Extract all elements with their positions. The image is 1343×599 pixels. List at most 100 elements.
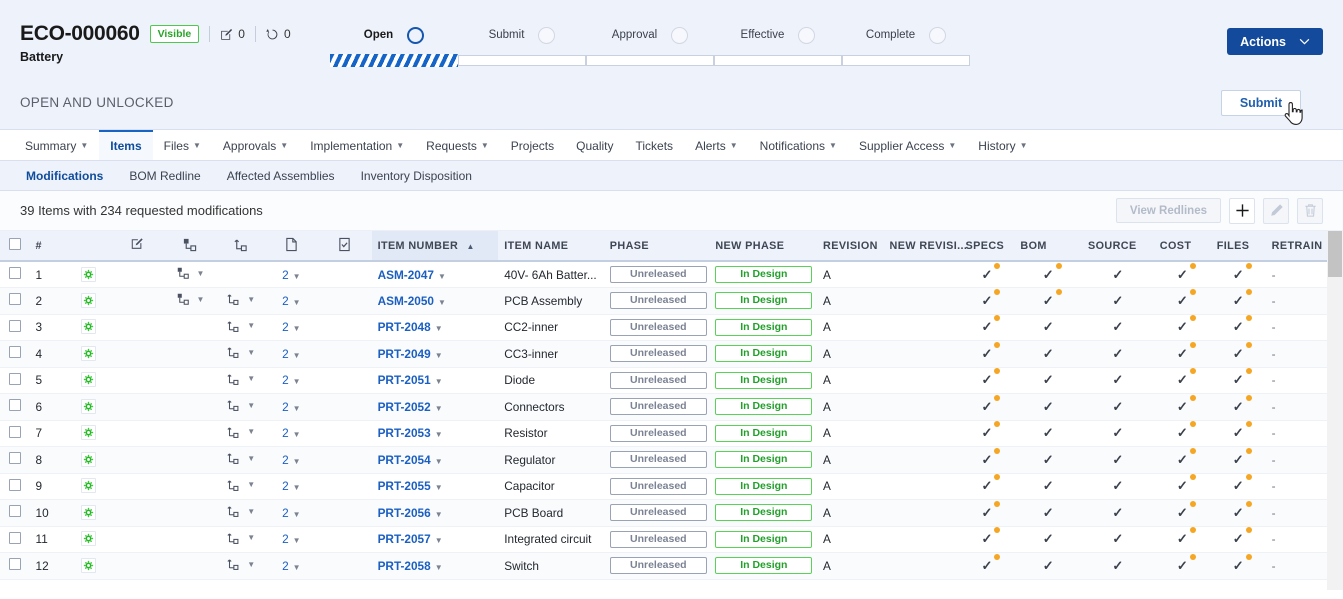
table-row[interactable]: 7 ▼ 2 ▼ PRT-2053 ▼ Resistor Unreleased In Design… — [0, 420, 1327, 447]
tab-implementation[interactable]: Implementation ▼ — [299, 129, 415, 160]
row-select-cell[interactable] — [0, 499, 30, 527]
row-new-phase-cell[interactable]: In Design — [709, 393, 818, 421]
source-check[interactable]: ✓ — [1112, 558, 1123, 574]
row-bom-cell[interactable]: ✓ — [1014, 420, 1082, 447]
row-source-cell[interactable]: ✓ — [1081, 393, 1154, 421]
table-row[interactable]: 6 ▼ 2 ▼ PRT-2052 ▼ Connectors Unreleased In Desi… — [0, 393, 1327, 421]
select-all-checkbox[interactable] — [8, 238, 21, 250]
item-number-link[interactable]: PRT-2057 — [378, 532, 431, 546]
parent-hierarchy-cell[interactable]: ▼ — [226, 372, 255, 386]
row-new-revision-cell[interactable] — [883, 340, 960, 368]
bom-check[interactable]: ✓ — [1043, 399, 1054, 415]
tab-tickets[interactable]: Tickets — [625, 129, 685, 160]
th-modify-icon[interactable] — [109, 231, 165, 262]
row-checkbox[interactable] — [8, 531, 21, 544]
row-new-phase-cell[interactable]: In Design — [709, 314, 818, 341]
add-item-button[interactable] — [1229, 197, 1255, 224]
row-files-cell[interactable]: ✓ — [1210, 446, 1266, 474]
row-checkbox[interactable] — [8, 267, 21, 279]
row-specs-cell[interactable]: ✓ — [959, 287, 1015, 315]
files-check[interactable]: ✓ — [1233, 288, 1252, 309]
bom-check[interactable]: ✓ — [1043, 346, 1054, 362]
row-new-revision-cell[interactable] — [883, 287, 960, 315]
row-files-cell[interactable]: ✓ — [1210, 367, 1266, 394]
row-source-cell[interactable]: ✓ — [1081, 314, 1154, 341]
row-source-cell[interactable]: ✓ — [1081, 473, 1154, 500]
row-checkbox[interactable] — [8, 558, 21, 571]
row-quantity-cell[interactable]: 2 ▼ — [266, 526, 317, 553]
row-bom-cell[interactable]: ✓ — [1014, 552, 1082, 580]
stepper-step-approval[interactable]: Approval — [586, 22, 714, 67]
tab-items[interactable]: Items — [99, 129, 153, 160]
specs-check[interactable]: ✓ — [982, 553, 1001, 574]
row-bom-cell[interactable]: ✓ — [1014, 287, 1082, 315]
th-child-hierarchy-icon[interactable] — [164, 231, 216, 262]
th-cost[interactable]: COST — [1153, 231, 1211, 262]
row-source-cell[interactable]: ✓ — [1081, 446, 1154, 474]
stepper-step-submit[interactable]: Submit — [458, 22, 586, 67]
row-new-revision-cell[interactable] — [883, 367, 960, 394]
view-redlines-button[interactable]: View Redlines — [1115, 198, 1221, 223]
row-quantity-cell[interactable]: 2 ▼ — [266, 552, 317, 580]
row-new-phase-cell[interactable]: In Design — [709, 526, 818, 553]
row-cost-cell[interactable]: ✓ — [1153, 473, 1211, 500]
row-select-cell[interactable] — [0, 367, 30, 394]
row-new-revision-cell[interactable] — [883, 552, 960, 580]
th-file-icon[interactable] — [266, 231, 317, 262]
subtab-modifications[interactable]: Modifications — [16, 169, 113, 183]
row-specs-cell[interactable]: ✓ — [959, 261, 1015, 288]
bom-check[interactable]: ✓ — [1043, 531, 1054, 547]
parent-hierarchy-cell[interactable]: ▼ — [226, 345, 255, 359]
new-phase-badge[interactable]: In Design — [715, 292, 813, 310]
files-check[interactable]: ✓ — [1233, 341, 1252, 362]
row-select-cell[interactable] — [0, 473, 30, 500]
row-new-revision-cell[interactable] — [883, 473, 960, 500]
row-select-cell[interactable] — [0, 420, 30, 447]
row-new-revision-cell[interactable] — [883, 420, 960, 447]
row-bom-cell[interactable]: ✓ — [1014, 393, 1082, 421]
row-item-number-cell[interactable]: PRT-2057 ▼ — [371, 526, 499, 553]
row-select-cell[interactable] — [0, 314, 30, 341]
row-new-revision-cell[interactable] — [883, 393, 960, 421]
files-check[interactable]: ✓ — [1233, 421, 1252, 441]
th-checklist-icon[interactable] — [316, 231, 372, 262]
specs-check[interactable]: ✓ — [982, 474, 1001, 494]
row-files-cell[interactable]: ✓ — [1210, 420, 1266, 447]
cost-check[interactable]: ✓ — [1177, 368, 1196, 388]
subtab-bom-redline[interactable]: BOM Redline — [119, 169, 210, 183]
item-number-link[interactable]: PRT-2049 — [378, 347, 431, 361]
row-select-cell[interactable] — [0, 261, 30, 288]
row-specs-cell[interactable]: ✓ — [959, 367, 1015, 394]
bom-check[interactable]: ✓ — [1043, 478, 1054, 494]
row-checkbox[interactable] — [8, 319, 21, 332]
new-phase-badge[interactable]: In Design — [715, 504, 813, 522]
row-specs-cell[interactable]: ✓ — [959, 526, 1015, 553]
tab-alerts[interactable]: Alerts ▼ — [684, 129, 749, 160]
row-cost-cell[interactable]: ✓ — [1153, 446, 1211, 474]
row-select-cell[interactable] — [0, 526, 30, 553]
th-item-number[interactable]: ITEM NUMBER ▲ — [371, 231, 499, 262]
item-number-link[interactable]: PRT-2051 — [378, 373, 431, 387]
source-check[interactable]: ✓ — [1112, 425, 1123, 441]
row-new-phase-cell[interactable]: In Design — [709, 473, 818, 500]
item-number-link[interactable]: PRT-2052 — [378, 400, 431, 414]
tab-notifications[interactable]: Notifications ▼ — [749, 129, 848, 160]
row-files-cell[interactable]: ✓ — [1210, 314, 1266, 341]
new-phase-badge[interactable]: In Design — [715, 318, 813, 336]
cost-check[interactable]: ✓ — [1177, 500, 1196, 521]
tab-supplier-access[interactable]: Supplier Access ▼ — [848, 129, 967, 160]
tab-files[interactable]: Files ▼ — [153, 129, 212, 160]
row-item-number-cell[interactable]: ASM-2047 ▼ — [371, 261, 499, 288]
actions-button[interactable]: Actions — [1227, 28, 1323, 55]
source-check[interactable]: ✓ — [1112, 399, 1123, 415]
row-new-phase-cell[interactable]: In Design — [709, 499, 818, 527]
row-item-number-cell[interactable]: PRT-2056 ▼ — [371, 499, 499, 527]
source-check[interactable]: ✓ — [1112, 372, 1123, 388]
specs-check[interactable]: ✓ — [982, 527, 1001, 547]
row-source-cell[interactable]: ✓ — [1081, 340, 1154, 368]
table-row[interactable]: 10 ▼ 2 ▼ PRT-2056 ▼ PCB Board Unreleased In Desi… — [0, 499, 1327, 527]
row-specs-cell[interactable]: ✓ — [959, 473, 1015, 500]
table-row[interactable]: 1 ▼ 2 ▼ ASM-2047 ▼ 40V- 6Ah Batter... Unrelease… — [0, 261, 1327, 288]
row-checkbox[interactable] — [8, 452, 21, 465]
specs-check[interactable]: ✓ — [982, 341, 1001, 362]
